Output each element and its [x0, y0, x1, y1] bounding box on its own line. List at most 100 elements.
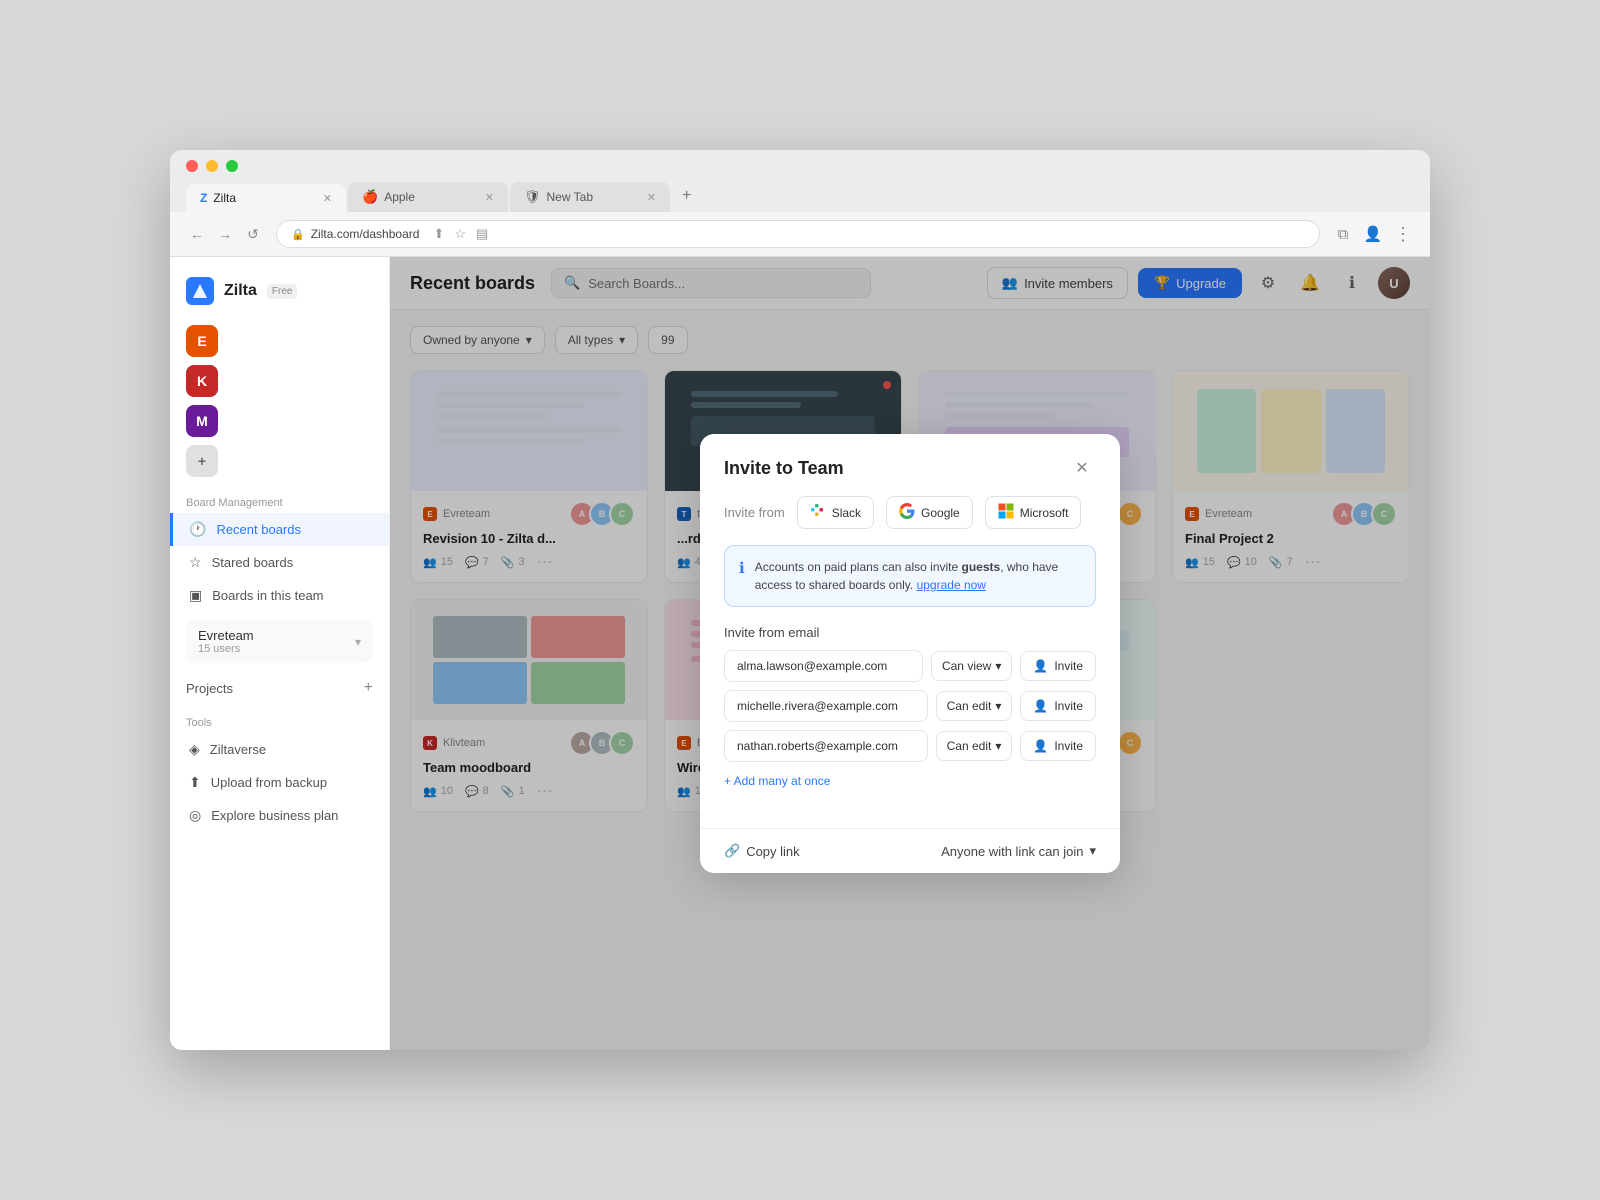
tab-newtab-close[interactable]: ✕ [647, 191, 656, 204]
sidebar-item-team-label: Boards in this team [212, 588, 323, 603]
permission-dropdown-1[interactable]: Can view ▾ [931, 651, 1012, 681]
sidebar-item-ziltaverse[interactable]: ◈ Ziltaverse [170, 733, 389, 766]
sidebar-item-starred-label: Stared boards [212, 555, 294, 570]
sidebar-icon[interactable]: ▤ [476, 226, 488, 242]
microsoft-provider-button[interactable]: Microsoft [985, 496, 1082, 529]
user-profile-icon[interactable]: 👤 [1362, 223, 1384, 245]
sidebar-item-explore[interactable]: ◎ Explore business plan [170, 799, 389, 832]
permission-dropdown-2[interactable]: Can edit ▾ [936, 691, 1013, 721]
upgrade-link[interactable]: upgrade now [917, 578, 986, 592]
invite-action-button-3[interactable]: 👤 Invite [1020, 731, 1096, 761]
window-controls [186, 160, 1414, 172]
slack-label: Slack [832, 506, 861, 520]
zilta-tab-icon: Z [200, 191, 207, 205]
newtab-favicon: 🛡 [524, 189, 541, 205]
copy-link-label: Copy link [746, 844, 799, 859]
sidebar-brand: Zilta Free [170, 269, 389, 313]
address-bar: ← → ↺ 🔒 Zilta.com/dashboard ⬆ ☆ ▤ ⧉ 👤 ⋮ [170, 212, 1430, 257]
copy-link-button[interactable]: 🔗 Copy link [724, 843, 800, 859]
invite-email-input-2[interactable] [724, 690, 928, 722]
invite-action-button-1[interactable]: 👤 Invite [1020, 651, 1096, 681]
upload-icon: ⬆ [189, 774, 201, 791]
add-many-button[interactable]: + Add many at once [724, 770, 1096, 792]
refresh-button[interactable]: ↺ [242, 223, 264, 245]
share-icon[interactable]: ⬆ [433, 226, 444, 242]
modal-close-button[interactable]: ✕ [1068, 454, 1096, 482]
back-button[interactable]: ← [186, 223, 208, 245]
team-k-row[interactable]: K [186, 365, 373, 397]
invite-action-label-3: Invite [1054, 739, 1083, 753]
info-bold: guests [962, 560, 1001, 574]
invite-modal: Invite to Team ✕ Invite from [700, 434, 1120, 873]
team-e-row[interactable]: E [186, 325, 373, 357]
sidebar-item-recent[interactable]: 🕐 Recent boards [170, 513, 389, 546]
invite-row-2: Can edit ▾ 👤 Invite [724, 690, 1096, 722]
sidebar-item-upload[interactable]: ⬆ Upload from backup [170, 766, 389, 799]
permission-label-2: Can edit [947, 699, 992, 713]
slack-provider-button[interactable]: Slack [797, 496, 874, 529]
ziltaverse-icon: ◈ [189, 741, 200, 758]
link-access-chevron: ▾ [1089, 843, 1096, 859]
invite-action-button-2[interactable]: 👤 Invite [1020, 691, 1096, 721]
sidebar-item-team[interactable]: ▣ Boards in this team [170, 579, 389, 612]
invite-from-section: Invite from [724, 496, 1096, 529]
tab-apple[interactable]: 🍎 Apple ✕ [348, 182, 508, 212]
projects-label: Projects [186, 681, 233, 696]
url-bar[interactable]: 🔒 Zilta.com/dashboard ⬆ ☆ ▤ [276, 220, 1320, 248]
add-team-row[interactable]: + [186, 445, 373, 477]
extensions-icon[interactable]: ⧉ [1332, 223, 1354, 245]
permission-dropdown-3[interactable]: Can edit ▾ [936, 731, 1013, 761]
team-m-row[interactable]: M [186, 405, 373, 437]
google-provider-button[interactable]: Google [886, 496, 973, 529]
sidebar-team-selector[interactable]: Evreteam 15 users ▾ [186, 620, 373, 663]
info-text: Accounts on paid plans can also invite g… [755, 558, 1081, 594]
menu-icon[interactable]: ⋮ [1392, 223, 1414, 245]
invite-email-input-1[interactable] [724, 650, 923, 682]
team-e-avatar: E [186, 325, 218, 357]
tab-zilta-close[interactable]: ✕ [323, 192, 332, 205]
tab-newtab-label: New Tab [547, 190, 593, 204]
modal-body: Invite from [700, 496, 1120, 828]
invite-from-label: Invite from [724, 505, 785, 520]
permission-label-1: Can view [942, 659, 991, 673]
forward-button[interactable]: → [214, 223, 236, 245]
tabs-bar: Z Zilta ✕ 🍎 Apple ✕ 🛡 New Tab ✕ + [186, 180, 1414, 212]
team-nav-icon: ▣ [189, 587, 202, 604]
permission-chevron-2: ▾ [995, 699, 1001, 713]
invite-from-email-label: Invite from email [724, 625, 1096, 640]
sidebar-item-explore-label: Explore business plan [211, 808, 338, 823]
main-content: Recent boards 🔍 👥 Invite members 🏆 Upgra… [390, 257, 1430, 1050]
board-management-label: Board Management [170, 493, 389, 513]
tab-apple-label: Apple [384, 190, 415, 204]
permission-chevron-3: ▾ [995, 739, 1001, 753]
tab-zilta[interactable]: Z Zilta ✕ [186, 184, 346, 212]
info-box: ℹ Accounts on paid plans can also invite… [724, 545, 1096, 607]
star-icon[interactable]: ☆ [454, 226, 466, 242]
explore-icon: ◎ [189, 807, 201, 824]
info-text-before: Accounts on paid plans can also invite [755, 560, 962, 574]
minimize-dot[interactable] [206, 160, 218, 172]
microsoft-icon [998, 503, 1014, 522]
link-access-dropdown[interactable]: Anyone with link can join ▾ [941, 843, 1096, 859]
tab-newtab[interactable]: 🛡 New Tab ✕ [510, 182, 670, 212]
invite-email-input-3[interactable] [724, 730, 928, 762]
invite-person-icon-1: 👤 [1033, 659, 1048, 673]
invite-person-icon-3: 👤 [1033, 739, 1048, 753]
link-icon: 🔗 [724, 843, 740, 859]
add-many-label: + Add many at once [724, 774, 830, 788]
add-team-btn[interactable]: + [186, 445, 218, 477]
new-tab-button[interactable]: + [672, 180, 701, 212]
sidebar-item-starred[interactable]: ☆ Stared boards [170, 546, 389, 579]
team-name: Evreteam [198, 628, 254, 643]
tab-apple-close[interactable]: ✕ [485, 191, 494, 204]
team-users: 15 users [198, 643, 254, 655]
slack-icon [810, 503, 826, 522]
close-dot[interactable] [186, 160, 198, 172]
modal-overlay[interactable]: Invite to Team ✕ Invite from [390, 257, 1430, 1050]
lock-icon: 🔒 [291, 228, 305, 241]
url-text: Zilta.com/dashboard [311, 227, 420, 241]
sidebar-item-upload-label: Upload from backup [211, 775, 327, 790]
maximize-dot[interactable] [226, 160, 238, 172]
add-project-button[interactable]: + [364, 679, 373, 697]
team-m-avatar: M [186, 405, 218, 437]
